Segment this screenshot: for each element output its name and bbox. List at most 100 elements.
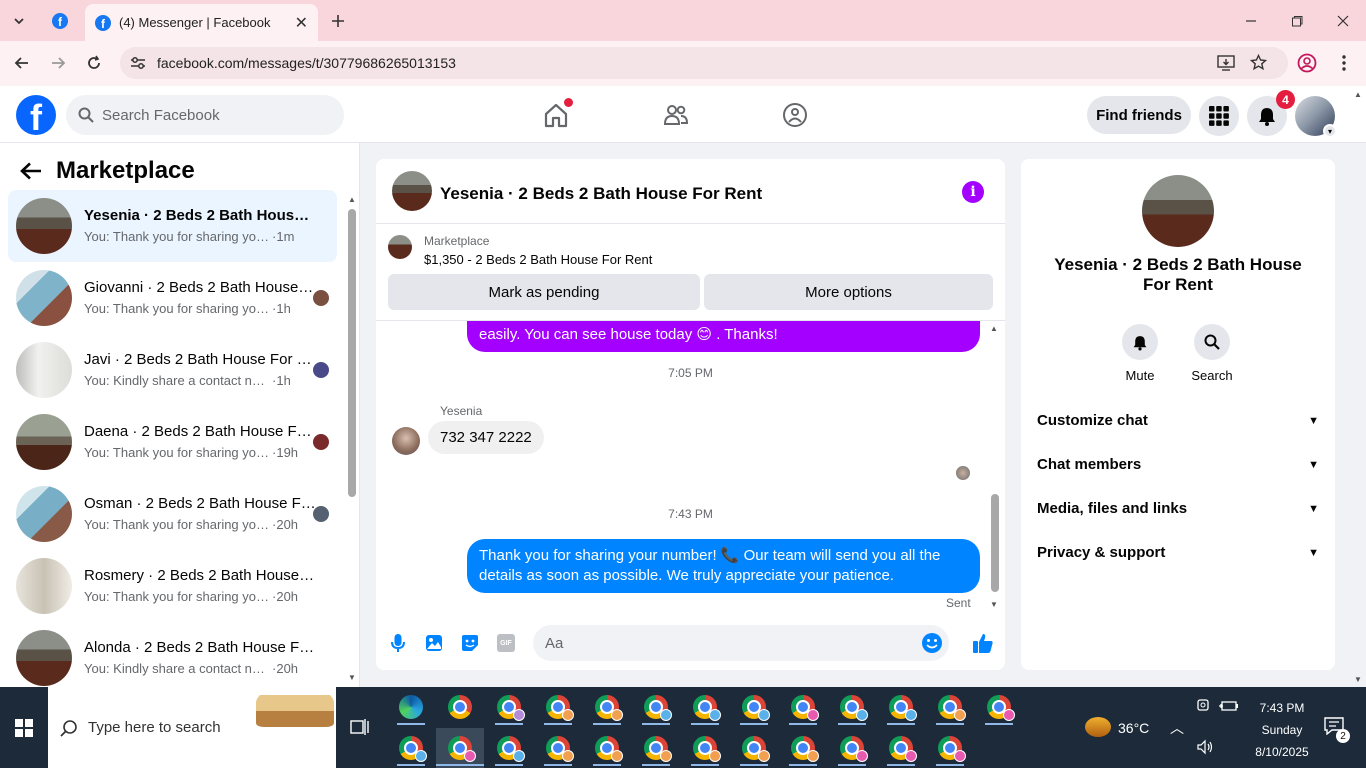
photo-icon[interactable] bbox=[422, 631, 446, 655]
scroll-up-arrow-icon[interactable]: ▲ bbox=[1354, 90, 1362, 99]
chrome-profile-taskbar-button[interactable] bbox=[779, 687, 827, 727]
chrome-profile-taskbar-button[interactable] bbox=[877, 728, 925, 768]
chat-members-section[interactable]: Chat members ▼ bbox=[1037, 456, 1319, 473]
chrome-profile-taskbar-button[interactable] bbox=[583, 687, 631, 727]
windows-start-icon[interactable] bbox=[0, 687, 48, 768]
chrome-profile-taskbar-button[interactable] bbox=[583, 728, 631, 768]
scroll-down-arrow-icon[interactable]: ▼ bbox=[990, 600, 998, 609]
microphone-icon[interactable] bbox=[386, 631, 410, 655]
find-friends-button[interactable]: Find friends bbox=[1087, 96, 1191, 134]
page-scrollbar[interactable]: ▲ ▼ bbox=[1353, 90, 1365, 684]
restore-button[interactable] bbox=[1284, 8, 1310, 34]
conversation-item[interactable]: Daena · 2 Beds 2 Bath House For Rent You… bbox=[8, 406, 337, 478]
sticker-icon[interactable] bbox=[458, 631, 482, 655]
tab-list-chevron-icon[interactable] bbox=[6, 8, 32, 34]
chrome-profile-taskbar-button[interactable] bbox=[975, 687, 1023, 727]
scrollbar-thumb[interactable] bbox=[991, 494, 999, 592]
chat-list-scrollbar[interactable]: ▲ ▼ bbox=[346, 195, 358, 682]
home-icon[interactable] bbox=[541, 98, 573, 130]
info-icon[interactable]: i bbox=[962, 181, 984, 203]
new-tab-button[interactable] bbox=[325, 8, 351, 34]
scroll-down-arrow-icon[interactable]: ▼ bbox=[348, 673, 356, 682]
scroll-up-arrow-icon[interactable]: ▲ bbox=[348, 195, 356, 204]
site-settings-icon[interactable] bbox=[130, 56, 146, 70]
edge-taskbar-button[interactable] bbox=[387, 687, 435, 727]
listing-text[interactable]: $1,350 - 2 Beds 2 Bath House For Rent bbox=[424, 252, 652, 267]
task-view-icon[interactable] bbox=[336, 707, 384, 747]
close-tab-icon[interactable]: ✕ bbox=[295, 13, 308, 33]
mute-button[interactable]: Mute bbox=[1110, 324, 1170, 383]
chrome-taskbar-button[interactable] bbox=[436, 687, 484, 727]
emoji-icon[interactable] bbox=[921, 632, 943, 654]
chrome-profile-taskbar-button[interactable] bbox=[926, 687, 974, 727]
taskbar-clock[interactable]: 7:43 PM Sunday 8/10/2025 bbox=[1244, 697, 1320, 763]
facebook-logo-icon[interactable]: f bbox=[16, 95, 56, 135]
profile-icon[interactable] bbox=[1294, 50, 1320, 76]
conversation-avatar[interactable] bbox=[392, 171, 432, 211]
scroll-down-arrow-icon[interactable]: ▼ bbox=[1354, 675, 1362, 684]
chrome-profile-taskbar-button-active[interactable] bbox=[436, 728, 484, 768]
volume-icon[interactable] bbox=[1196, 739, 1214, 755]
chrome-profile-taskbar-button[interactable] bbox=[632, 728, 680, 768]
chrome-profile-taskbar-button[interactable] bbox=[387, 728, 435, 768]
chrome-profile-taskbar-button[interactable] bbox=[730, 687, 778, 727]
scroll-up-arrow-icon[interactable]: ▲ bbox=[990, 324, 998, 333]
chrome-profile-taskbar-button[interactable] bbox=[485, 687, 533, 727]
chrome-profile-taskbar-button[interactable] bbox=[779, 728, 827, 768]
messages-scrollbar[interactable]: ▲ ▼ bbox=[989, 324, 1001, 609]
back-arrow-icon[interactable] bbox=[20, 162, 42, 180]
meet-now-icon[interactable] bbox=[1196, 699, 1212, 713]
notifications-bell-icon[interactable]: 4 bbox=[1247, 90, 1295, 136]
url-field[interactable]: facebook.com/messages/t/3077968626501315… bbox=[120, 47, 1288, 79]
outgoing-message-bubble[interactable]: Thank you for sharing your number! 📞 Our… bbox=[467, 539, 980, 593]
conversation-item[interactable]: Yesenia · 2 Beds 2 Bath House For Rent Y… bbox=[8, 190, 337, 262]
install-app-icon[interactable] bbox=[1217, 55, 1235, 71]
friends-icon[interactable] bbox=[661, 100, 691, 130]
bookmark-star-icon[interactable] bbox=[1250, 54, 1267, 71]
gif-icon[interactable]: GIF bbox=[494, 631, 518, 655]
chrome-profile-taskbar-button[interactable] bbox=[681, 687, 729, 727]
chrome-profile-taskbar-button[interactable] bbox=[828, 728, 876, 768]
chrome-profile-taskbar-button[interactable] bbox=[534, 728, 582, 768]
groups-icon[interactable] bbox=[780, 100, 810, 130]
taskbar-search-box[interactable]: Type here to search bbox=[48, 687, 336, 768]
forward-arrow-icon[interactable] bbox=[45, 50, 71, 76]
back-arrow-icon[interactable] bbox=[9, 50, 35, 76]
minimize-button[interactable] bbox=[1238, 8, 1264, 34]
close-window-button[interactable] bbox=[1330, 8, 1356, 34]
conversation-item[interactable]: Alonda · 2 Beds 2 Bath House For Rent Yo… bbox=[8, 622, 337, 687]
outgoing-message-bubble[interactable]: easily. You can see house today 😊 . Than… bbox=[467, 321, 980, 352]
weather-temperature[interactable]: 36°C bbox=[1118, 720, 1149, 736]
facebook-pinned-tab[interactable]: f bbox=[47, 8, 73, 34]
chrome-profile-taskbar-button[interactable] bbox=[926, 728, 974, 768]
more-options-button[interactable]: More options bbox=[704, 274, 993, 310]
chrome-profile-taskbar-button[interactable] bbox=[485, 728, 533, 768]
tab-messenger[interactable]: f (4) Messenger | Facebook ✕ bbox=[85, 4, 318, 41]
chrome-profile-taskbar-button[interactable] bbox=[877, 687, 925, 727]
chrome-profile-taskbar-button[interactable] bbox=[730, 728, 778, 768]
search-in-conversation-button[interactable]: Search bbox=[1182, 324, 1242, 383]
account-avatar[interactable]: ▾ bbox=[1295, 96, 1337, 138]
scrollbar-thumb[interactable] bbox=[348, 209, 356, 497]
sender-avatar[interactable] bbox=[392, 427, 420, 455]
incoming-message-bubble[interactable]: 732 347 2222 bbox=[428, 421, 544, 454]
mark-as-pending-button[interactable]: Mark as pending bbox=[388, 274, 700, 310]
conversation-item[interactable]: Giovanni · 2 Beds 2 Bath House For Rent … bbox=[8, 262, 337, 334]
conversation-item[interactable]: Rosmery · 2 Beds 2 Bath House For Rent Y… bbox=[8, 550, 337, 622]
conversation-item[interactable]: Osman · 2 Beds 2 Bath House For Rent You… bbox=[8, 478, 337, 550]
weather-icon[interactable] bbox=[1085, 717, 1111, 737]
browser-menu-icon[interactable] bbox=[1331, 50, 1357, 76]
menu-grid-icon[interactable] bbox=[1199, 96, 1239, 136]
media-files-links-section[interactable]: Media, files and links ▼ bbox=[1037, 500, 1319, 517]
battery-icon[interactable] bbox=[1218, 699, 1238, 713]
details-avatar[interactable] bbox=[1142, 175, 1214, 247]
chrome-profile-taskbar-button[interactable] bbox=[534, 687, 582, 727]
customize-chat-section[interactable]: Customize chat ▼ bbox=[1037, 412, 1319, 429]
chrome-profile-taskbar-button[interactable] bbox=[681, 728, 729, 768]
conversation-item[interactable]: Javi · 2 Beds 2 Bath House For Rent You:… bbox=[8, 334, 337, 406]
action-center-icon[interactable]: 2 bbox=[1324, 717, 1350, 743]
facebook-search-input[interactable]: Search Facebook bbox=[66, 95, 344, 135]
privacy-support-section[interactable]: Privacy & support ▼ bbox=[1037, 544, 1319, 561]
conversation-title[interactable]: Yesenia · 2 Beds 2 Bath House For Rent bbox=[440, 184, 762, 204]
reload-icon[interactable] bbox=[81, 50, 107, 76]
